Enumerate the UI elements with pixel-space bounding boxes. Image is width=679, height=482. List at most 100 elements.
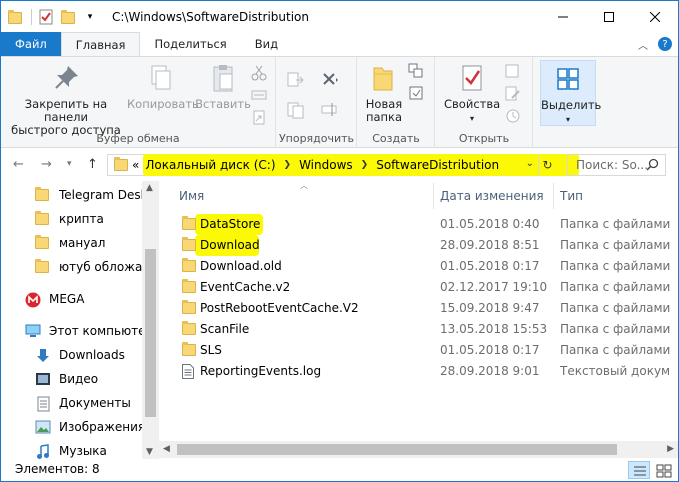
select-label: Выделить [541,98,602,112]
scrollbar-thumb[interactable] [177,444,617,455]
documents-icon [35,396,51,412]
table-row[interactable]: Download 28.09.2018 8:51 Папка с файлами [159,235,678,256]
column-date-modified[interactable]: Дата изменения [440,189,544,203]
folder-icon [35,235,51,250]
back-icon[interactable]: ← [13,157,24,172]
file-name: PostRebootEventCache.V2 [200,301,359,315]
scrollbar-thumb[interactable] [145,249,156,417]
toolbar-divider [31,8,32,25]
paste-button[interactable]: Вставить [195,62,251,111]
nav-item-youtube[interactable]: ютуб обложа [35,256,142,278]
nav-item-mega[interactable]: MEGA [25,288,84,310]
file-name: ScanFile [200,322,250,336]
window-title: C:\Windows\SoftwareDistribution [112,9,309,24]
group-label-new: Создать [372,132,420,145]
title-bar: ▾ C:\Windows\SoftwareDistribution [1,1,678,32]
download-icon [35,348,51,362]
customize-dropdown-icon[interactable]: ▾ [82,9,98,25]
tab-home[interactable]: Главная [60,32,141,57]
chevron-right-icon[interactable]: ❯ [284,160,292,170]
scroll-left-icon[interactable]: ◀ [163,444,170,454]
move-to-icon[interactable] [287,71,305,87]
tab-view[interactable]: Вид [241,32,292,56]
new-folder-icon[interactable] [60,9,76,25]
table-row[interactable]: ScanFile 13.05.2018 15:53 Папка с файлам… [159,319,678,340]
breadcrumb-overflow[interactable]: « [132,158,139,172]
breadcrumb-softwaredistribution[interactable]: SoftwareDistribution [376,158,499,172]
nav-item-label: ютуб обложа [59,260,143,274]
new-folder-button[interactable]: Новая папка [362,62,406,124]
folder-icon [35,187,51,202]
table-row[interactable]: SLS 01.05.2018 0:17 Папка с файлами [159,340,678,361]
column-name[interactable]: Имя [179,189,204,203]
easy-access-icon[interactable] [408,85,426,101]
breadcrumb-windows[interactable]: Windows [299,158,353,172]
tab-share[interactable]: Поделиться [140,32,240,56]
file-date: 01.05.2018 0:17 [440,343,540,357]
file-list: ︿ Имя Дата изменения Тип DataStore 01.05… [159,181,678,459]
history-icon[interactable] [504,107,522,123]
refresh-icon[interactable]: ↻ [538,155,556,175]
nav-item-music[interactable]: Музыка [35,440,107,459]
nav-item-manual[interactable]: мануал [35,232,105,254]
items-count: Элементов: 8 [15,462,100,476]
table-row[interactable]: EventCache.v2 02.12.2017 19:10 Папка с ф… [159,277,678,298]
rename-icon[interactable] [321,101,339,117]
nav-item-kripta[interactable]: крипта [35,208,104,230]
details-view-button[interactable] [628,461,650,479]
delete-icon[interactable] [321,71,339,87]
column-divider[interactable] [553,183,554,209]
help-icon[interactable]: ? [658,37,672,51]
open-icon[interactable] [504,63,522,79]
column-divider[interactable] [433,183,434,209]
table-row[interactable]: ReportingEvents.log 28.09.2018 9:01 Текс… [159,361,678,382]
paste-shortcut-icon[interactable] [251,109,269,125]
select-button[interactable]: Выделить ▾ [540,60,601,126]
properties-label: Свойства [444,97,501,111]
copy-button[interactable]: Копировать [127,62,199,111]
tab-file[interactable]: Файл [1,32,61,56]
copy-to-icon[interactable] [287,101,305,119]
properties-icon[interactable] [38,9,54,25]
search-input[interactable]: Поиск: So... [567,154,666,176]
edit-icon[interactable] [504,85,522,101]
nav-item-this-pc[interactable]: Этот компьютер [25,320,153,342]
close-button[interactable] [632,1,678,32]
nav-pane-scrollbar[interactable]: ▲ ▼ [142,181,159,459]
file-date: 01.05.2018 0:17 [440,259,540,273]
ribbon-expand-icon[interactable]: ︿ [638,37,648,52]
scroll-down-icon[interactable]: ▼ [146,447,153,457]
nav-item-video[interactable]: Видео [35,368,98,390]
file-list-horizontal-scrollbar[interactable]: ◀ ▶ [159,441,678,458]
address-dropdown-icon[interactable]: ⌄ [526,158,534,169]
pin-icon [50,62,82,94]
new-item-icon[interactable] [408,63,426,79]
address-bar[interactable]: « Локальный диск (C:) ❯ Windows ❯ Softwa… [107,154,579,176]
forward-icon[interactable]: → [41,157,52,172]
file-date: 28.09.2018 8:51 [440,238,540,252]
scroll-right-icon[interactable]: ▶ [667,444,674,454]
cut-icon[interactable] [251,65,269,81]
minimize-button[interactable] [540,1,586,32]
nav-item-telegram[interactable]: Telegram Deskto [35,184,155,206]
up-icon[interactable]: ↑ [87,157,98,172]
file-date: 28.09.2018 9:01 [440,364,540,378]
scroll-up-icon[interactable]: ▲ [146,183,153,193]
table-row[interactable]: Download.old 01.05.2018 0:17 Папка с фай… [159,256,678,277]
table-row[interactable]: DataStore 01.05.2018 0:40 Папка с файлам… [159,214,678,235]
large-icons-view-button[interactable] [652,461,674,479]
pin-quick-access-button[interactable]: Закрепить на панели быстрого доступа [7,62,125,137]
recent-locations-icon[interactable]: ▾ [67,159,72,169]
properties-button[interactable]: Свойства ▾ [444,62,500,125]
maximize-button[interactable] [586,1,632,32]
breadcrumb-local-disk[interactable]: Локальный диск (C:) [145,158,275,172]
file-type: Папка с файлами [560,280,671,294]
nav-item-downloads[interactable]: Downloads [35,344,125,366]
table-row[interactable]: PostRebootEventCache.V2 15.09.2018 9:47 … [159,298,678,319]
column-type[interactable]: Тип [560,189,583,203]
copy-path-icon[interactable] [251,87,269,103]
nav-item-documents[interactable]: Документы [35,392,131,414]
group-select: Выделить ▾ [534,57,604,148]
chevron-right-icon[interactable]: ❯ [361,160,369,170]
nav-item-pictures[interactable]: Изображения [35,416,145,438]
